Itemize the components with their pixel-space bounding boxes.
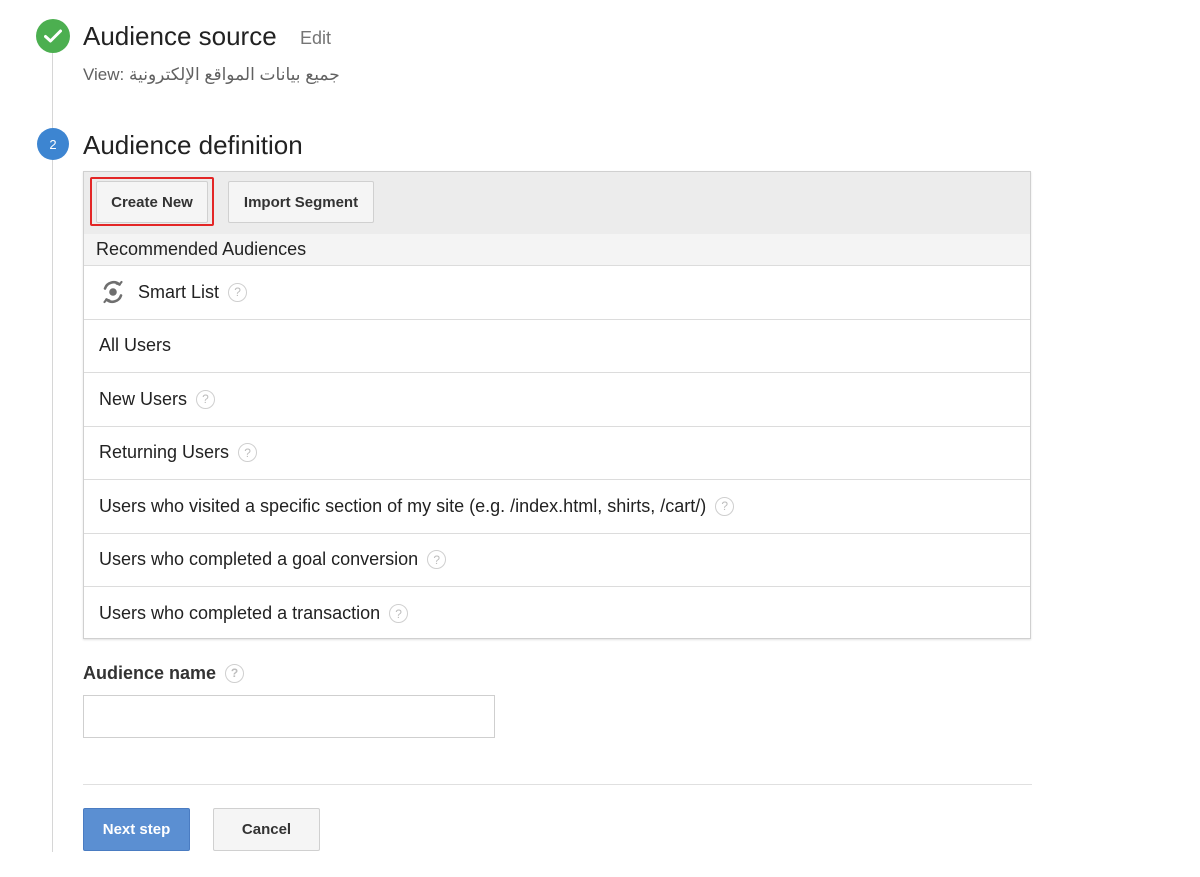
edit-link[interactable]: Edit — [300, 27, 331, 49]
help-icon[interactable]: ? — [238, 443, 258, 463]
cancel-button[interactable]: Cancel — [213, 808, 320, 851]
audience-item-smart-list[interactable]: Smart List ? — [84, 266, 1030, 320]
smart-list-icon — [100, 279, 126, 305]
audience-source-title: Audience source — [83, 21, 277, 51]
audience-item-label: Users who visited a specific section of … — [99, 495, 707, 516]
audience-item-returning-users[interactable]: Returning Users ? — [84, 427, 1030, 480]
step-number-badge: 2 — [37, 128, 69, 160]
panel-toolbar: Create New Import Segment — [84, 172, 1030, 234]
step-complete-icon — [36, 19, 70, 53]
import-segment-button[interactable]: Import Segment — [228, 181, 374, 223]
help-icon[interactable]: ? — [228, 282, 248, 302]
recommended-audiences-header: Recommended Audiences — [84, 234, 1030, 266]
audience-item-visited-section[interactable]: Users who visited a specific section of … — [84, 480, 1030, 534]
timeline-line — [52, 50, 53, 852]
audience-item-label: All Users — [99, 335, 172, 356]
audience-definition-panel: Create New Import Segment Recommended Au… — [83, 171, 1031, 639]
audience-item-label: Smart List — [138, 281, 220, 302]
audience-item-label: Returning Users — [99, 442, 230, 463]
help-icon[interactable]: ? — [225, 663, 245, 683]
audience-name-label: Audience name ? — [83, 661, 245, 685]
help-icon[interactable]: ? — [196, 389, 216, 409]
divider — [83, 784, 1032, 785]
audience-definition-title: Audience definition — [83, 130, 303, 160]
recommended-audiences-list: Smart List ? All Users New Users ? Retur… — [84, 266, 1030, 641]
audience-item-all-users[interactable]: All Users — [84, 320, 1030, 373]
help-icon[interactable]: ? — [427, 550, 447, 570]
audience-item-transaction[interactable]: Users who completed a transaction ? — [84, 587, 1030, 641]
help-icon[interactable]: ? — [389, 604, 409, 624]
audience-item-label: Users who completed a goal conversion — [99, 549, 419, 570]
audience-item-new-users[interactable]: New Users ? — [84, 373, 1030, 427]
audience-item-label: New Users — [99, 388, 188, 409]
view-text: View: جميع بيانات المواقع الإلكترونية — [83, 65, 340, 84]
create-new-button[interactable]: Create New — [96, 181, 208, 223]
help-icon[interactable]: ? — [715, 496, 735, 516]
audience-item-label: Users who completed a transaction — [99, 603, 381, 624]
audience-name-label-text: Audience name — [83, 663, 217, 683]
check-icon — [44, 29, 62, 43]
audience-item-goal-conversion[interactable]: Users who completed a goal conversion ? — [84, 534, 1030, 587]
next-step-button[interactable]: Next step — [83, 808, 190, 851]
audience-name-input[interactable] — [83, 695, 495, 738]
